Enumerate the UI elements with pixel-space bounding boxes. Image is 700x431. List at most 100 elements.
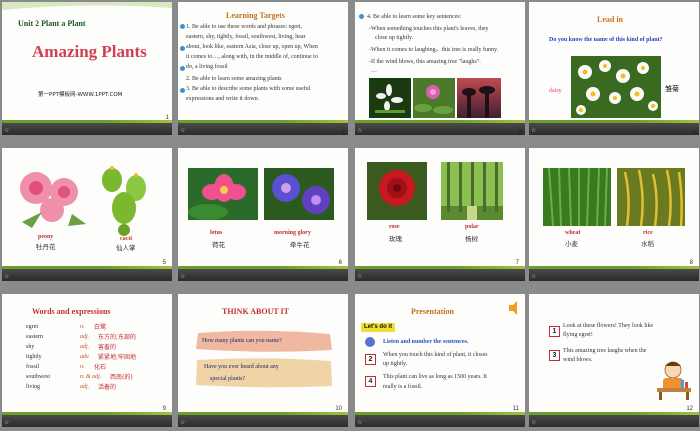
lotus-image xyxy=(188,168,258,220)
chinese-meaning: 白鹭 xyxy=(94,324,107,331)
rice-image xyxy=(617,168,685,226)
slide-thumbnail-8[interactable]: wheat 小麦 rice 水稻 ☆ 8 xyxy=(529,148,699,281)
slide-bottom-bar xyxy=(355,266,525,281)
slide-bottom-bar xyxy=(529,266,699,281)
slide-thumbnail-5[interactable]: peony 牡丹花 cacti 仙人掌 ☆ 5 xyxy=(2,148,172,281)
chinese-label: 杨树 xyxy=(465,235,478,243)
chinese-label: 小麦 xyxy=(565,240,578,248)
part-of-speech: n. xyxy=(80,324,85,330)
vocab-word: tightly xyxy=(26,354,42,360)
target-line: 3. Be able to describe some plants with … xyxy=(186,86,311,92)
slide-number: 5 xyxy=(162,260,166,266)
transition-icon: ☆ xyxy=(531,273,537,280)
sentence-text: This plant can live as long as 1500 year… xyxy=(383,374,487,380)
english-label: wheat xyxy=(565,230,581,236)
slide-heading: Words and expressions xyxy=(32,307,111,316)
english-label: peony xyxy=(38,234,54,240)
sentence-text: This amazing tree laughs when the xyxy=(563,348,647,354)
slide-thumbnail-6[interactable]: lotus 荷花 morning glory 牵牛花 ☆ 6 xyxy=(178,148,348,281)
slide-number: 4 xyxy=(692,130,696,135)
question-text: Do you know the name of this kind of pla… xyxy=(549,37,663,43)
target-line: … xyxy=(371,68,377,74)
part-of-speech: adv. xyxy=(80,354,90,360)
plant-photo xyxy=(413,78,455,118)
slide-thumbnail-7[interactable]: rose 玫瑰 polar 杨树 ☆ 7 xyxy=(355,148,525,281)
activity-tag: Let's do it xyxy=(361,323,396,332)
transition-icon: ☆ xyxy=(531,419,537,426)
slide-bottom-bar xyxy=(355,120,525,135)
student-illustration xyxy=(657,361,691,400)
number-circle xyxy=(365,337,375,347)
plant-photo xyxy=(369,78,411,118)
english-label: lotus xyxy=(210,230,223,236)
sentence-text: flying egret! xyxy=(563,332,593,338)
english-label: daisy xyxy=(549,88,562,94)
slide-thumbnail-9[interactable]: Words and expressions egret n. 白鹭 eastern ad… xyxy=(2,294,172,427)
transition-icon: ☆ xyxy=(180,419,186,426)
wheat-image xyxy=(543,168,611,226)
english-label: rice xyxy=(643,230,653,236)
question-banner xyxy=(196,358,332,388)
target-line: -When something touches this plant's lea… xyxy=(369,26,489,32)
transition-icon: ☆ xyxy=(180,273,186,280)
sentence-text: really is a fossil. xyxy=(383,384,423,390)
morning-glory-image xyxy=(264,168,334,220)
question-text: How many plants can you name? xyxy=(202,338,282,344)
vocab-word: shy xyxy=(26,344,35,350)
slide-bottom-bar xyxy=(529,120,699,135)
transition-icon: ☆ xyxy=(4,273,10,280)
chinese-label: 牵牛花 xyxy=(290,241,310,249)
target-line: -If the wind blows, this amazing tree "l… xyxy=(369,59,481,65)
target-line: expressions and write it down. xyxy=(186,96,260,102)
question-text: special plants? xyxy=(210,376,246,382)
footer-text: 第一PPT模板网-WWW.1PPT.COM xyxy=(38,92,123,98)
sentence-text: Look at these flowers! They look like xyxy=(563,323,654,329)
slide-thumbnail-2[interactable]: Learning Targets 1. Be able to use these… xyxy=(178,2,348,135)
chinese-label: 雏菊 xyxy=(665,85,679,93)
chinese-label: 水稻 xyxy=(641,240,654,248)
transition-icon: ☆ xyxy=(531,127,537,134)
slide-number: 11 xyxy=(512,406,519,412)
slide-number: 10 xyxy=(335,406,342,412)
transition-icon: ☆ xyxy=(4,127,10,134)
cacti-image xyxy=(102,166,146,236)
plant-photo xyxy=(571,56,661,118)
target-line: -When it comes to laughing，this tree is … xyxy=(369,47,499,53)
english-label: rose xyxy=(389,224,400,230)
part-of-speech: adj. xyxy=(80,384,90,390)
slide-thumbnail-12[interactable]: 1 Look at these flowers! They look like … xyxy=(529,294,699,427)
chinese-meaning: 东方的;东部的 xyxy=(98,334,137,341)
chinese-meaning: 害羞的 xyxy=(98,344,117,351)
vocab-word: fossil xyxy=(26,364,40,370)
target-line: do, a living fossil xyxy=(186,64,228,70)
slide-bottom-bar xyxy=(2,412,172,427)
chinese-meaning: 活着的 xyxy=(98,384,117,391)
slide-thumbnail-4[interactable]: Lead in Do you know the name of this kin… xyxy=(529,2,699,135)
vocab-word: living xyxy=(26,384,41,390)
sentence-text: When you touch this kind of plant, it cl… xyxy=(383,352,488,358)
slide-thumbnail-10[interactable]: THINK ABOUT IT How many plants can you n… xyxy=(178,294,348,427)
slide-heading: Learning Targets xyxy=(226,11,285,20)
speaker-icon[interactable] xyxy=(507,300,521,316)
sentence-number-box: 2 xyxy=(365,354,376,365)
sentence-text: wind blows. xyxy=(563,357,593,363)
transition-icon: ☆ xyxy=(357,419,363,426)
slide-bottom-bar xyxy=(178,266,348,281)
slide-number: 6 xyxy=(338,260,342,266)
chinese-meaning: 紧紧地;牢固地 xyxy=(98,354,137,361)
chinese-label: 仙人掌 xyxy=(116,244,136,252)
english-label: polar xyxy=(465,224,479,230)
slide-thumbnail-11[interactable]: Presentation Let's do it Listen and numb… xyxy=(355,294,525,427)
chinese-label: 牡丹花 xyxy=(36,243,56,251)
slide-bottom-bar xyxy=(2,266,172,281)
slide-thumbnail-3[interactable]: 4. Be able to learn some key sentences: … xyxy=(355,2,525,135)
target-line: 2. Be able to learn some amazing plants xyxy=(186,76,282,82)
bullet-icon xyxy=(180,24,185,29)
question-text: Have you ever heard about any xyxy=(204,364,279,370)
slide-number: 7 xyxy=(515,260,519,266)
transition-icon: ☆ xyxy=(4,419,10,426)
target-line: about, look like, eastern Asia, close up… xyxy=(186,44,318,50)
slide-title: Amazing Plants xyxy=(32,42,147,61)
slide-thumbnail-1[interactable]: Unit 2 Plant a Plant Amazing Plants 第一PP… xyxy=(2,2,172,135)
poplar-image xyxy=(441,162,503,220)
